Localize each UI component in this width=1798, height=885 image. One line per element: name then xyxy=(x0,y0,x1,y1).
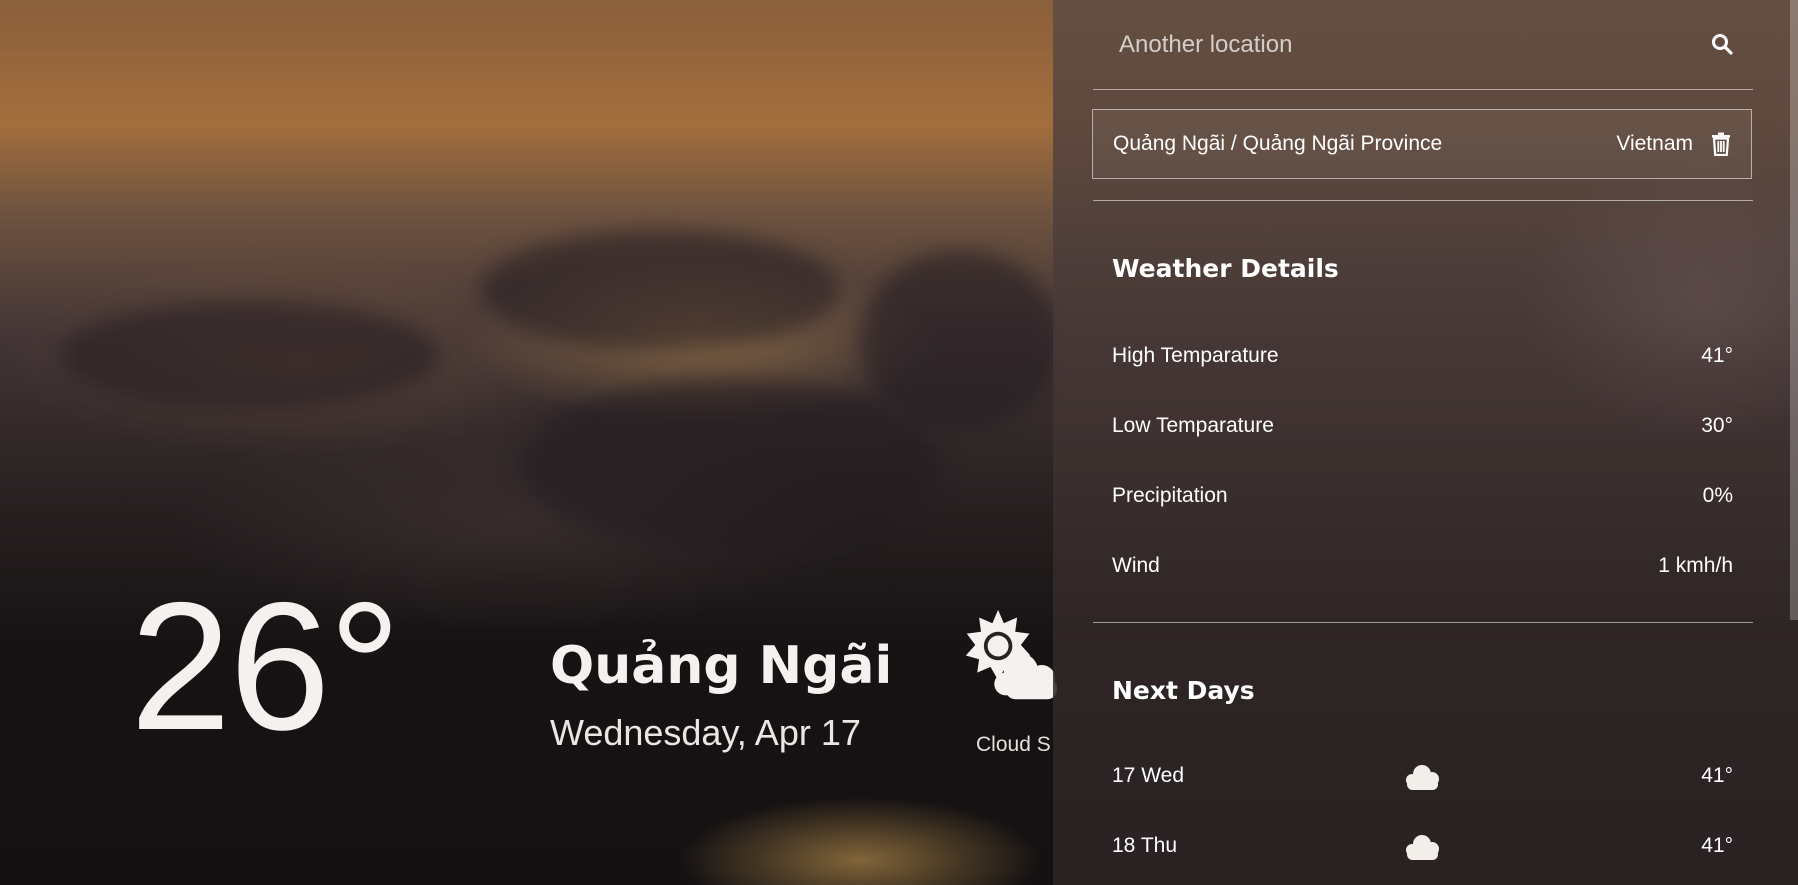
search-icon[interactable] xyxy=(1710,32,1734,56)
trash-icon[interactable] xyxy=(1711,132,1731,156)
current-temperature: 26° xyxy=(130,564,401,768)
saved-location-country: Vietnam xyxy=(1616,132,1693,155)
next-days-title: Next Days xyxy=(1112,676,1255,705)
detail-row-high: High Temparature 41° xyxy=(1112,344,1733,374)
cloud-shape xyxy=(520,380,940,550)
detail-label: Precipitation xyxy=(1112,484,1228,507)
forecast-day-row: 18 Thu 41° xyxy=(1112,832,1733,866)
detail-label: Low Temparature xyxy=(1112,414,1274,437)
search-input[interactable] xyxy=(1117,24,1681,66)
forecast-day: 17 Wed xyxy=(1112,764,1184,787)
cloud-shape xyxy=(60,300,440,410)
forecast-temp: 41° xyxy=(1701,834,1733,857)
cloud-shape xyxy=(860,250,1060,430)
divider xyxy=(1093,200,1753,201)
cloud-icon xyxy=(1406,765,1439,790)
divider xyxy=(1093,89,1753,90)
detail-value: 41° xyxy=(1701,344,1733,367)
detail-row-precipitation: Precipitation 0% xyxy=(1112,484,1733,514)
panel-scrollbar[interactable] xyxy=(1790,0,1798,620)
detail-label: Wind xyxy=(1112,554,1160,577)
current-city: Quảng Ngãi xyxy=(550,636,893,696)
detail-label: High Temparature xyxy=(1112,344,1279,367)
saved-location-name: Quảng Ngãi / Quảng Ngãi Province xyxy=(1113,132,1443,155)
detail-value: 1 kmh/h xyxy=(1658,554,1733,577)
forecast-day-row: 17 Wed 41° xyxy=(1112,762,1733,796)
weather-details-title: Weather Details xyxy=(1112,254,1339,283)
forecast-day: 18 Thu xyxy=(1112,834,1177,857)
sun-cloud-icon xyxy=(965,609,1057,700)
cloud-icon xyxy=(1406,835,1439,860)
detail-value: 0% xyxy=(1702,484,1733,507)
detail-value: 30° xyxy=(1701,414,1733,437)
saved-location-item[interactable]: Quảng Ngãi / Quảng Ngãi Province Vietnam xyxy=(1092,109,1752,179)
condition-label: Cloud S xyxy=(976,733,1051,756)
detail-row-wind: Wind 1 kmh/h xyxy=(1112,554,1733,584)
cloud-shape xyxy=(480,230,840,350)
detail-row-low: Low Temparature 30° xyxy=(1112,414,1733,444)
current-date: Wednesday, Apr 17 xyxy=(550,712,861,753)
forecast-temp: 41° xyxy=(1701,764,1733,787)
divider xyxy=(1093,622,1753,623)
